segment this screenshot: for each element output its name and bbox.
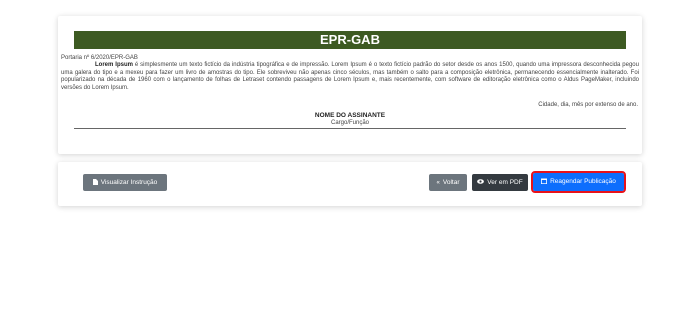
- document-body-bold: Lorem Ipsum: [95, 62, 133, 68]
- signer-role: Cargo/Função: [330, 120, 370, 126]
- document-reference: Portaria nº 6/2020/EPR-GAB: [61, 55, 138, 61]
- reschedule-label: Reagendar Publicação: [550, 178, 616, 185]
- calendar-icon: [541, 178, 548, 186]
- document-preview-card: EPR-GAB Portaria nº 6/2020/EPR-GAB Lorem…: [58, 16, 642, 154]
- eye-icon: [477, 179, 485, 186]
- back-button[interactable]: « Voltar: [429, 174, 467, 191]
- back-label: Voltar: [442, 179, 460, 186]
- double-chevron-left-icon: «: [436, 179, 440, 186]
- reschedule-publication-button[interactable]: Reagendar Publicação: [531, 171, 626, 193]
- actions-card: Visualizar Instrução « Voltar Ver em PDF…: [58, 162, 642, 206]
- view-instruction-label: Visualizar Instrução: [100, 179, 158, 186]
- document-body-text: é simplesmente um texto fictício da indú…: [61, 62, 639, 91]
- document-body: Lorem Ipsum é simplesmente um texto fict…: [61, 62, 639, 92]
- file-icon: [92, 178, 98, 187]
- view-instruction-button[interactable]: Visualizar Instrução: [83, 174, 167, 191]
- view-pdf-label: Ver em PDF: [487, 179, 523, 186]
- document-header: EPR-GAB: [74, 31, 626, 49]
- signature-divider: [74, 128, 626, 129]
- signer-name: NOME DO ASSINANTE: [314, 112, 386, 119]
- document-place-date: Cidade, dia, mês por extenso de ano.: [538, 102, 638, 108]
- view-pdf-button[interactable]: Ver em PDF: [472, 174, 528, 191]
